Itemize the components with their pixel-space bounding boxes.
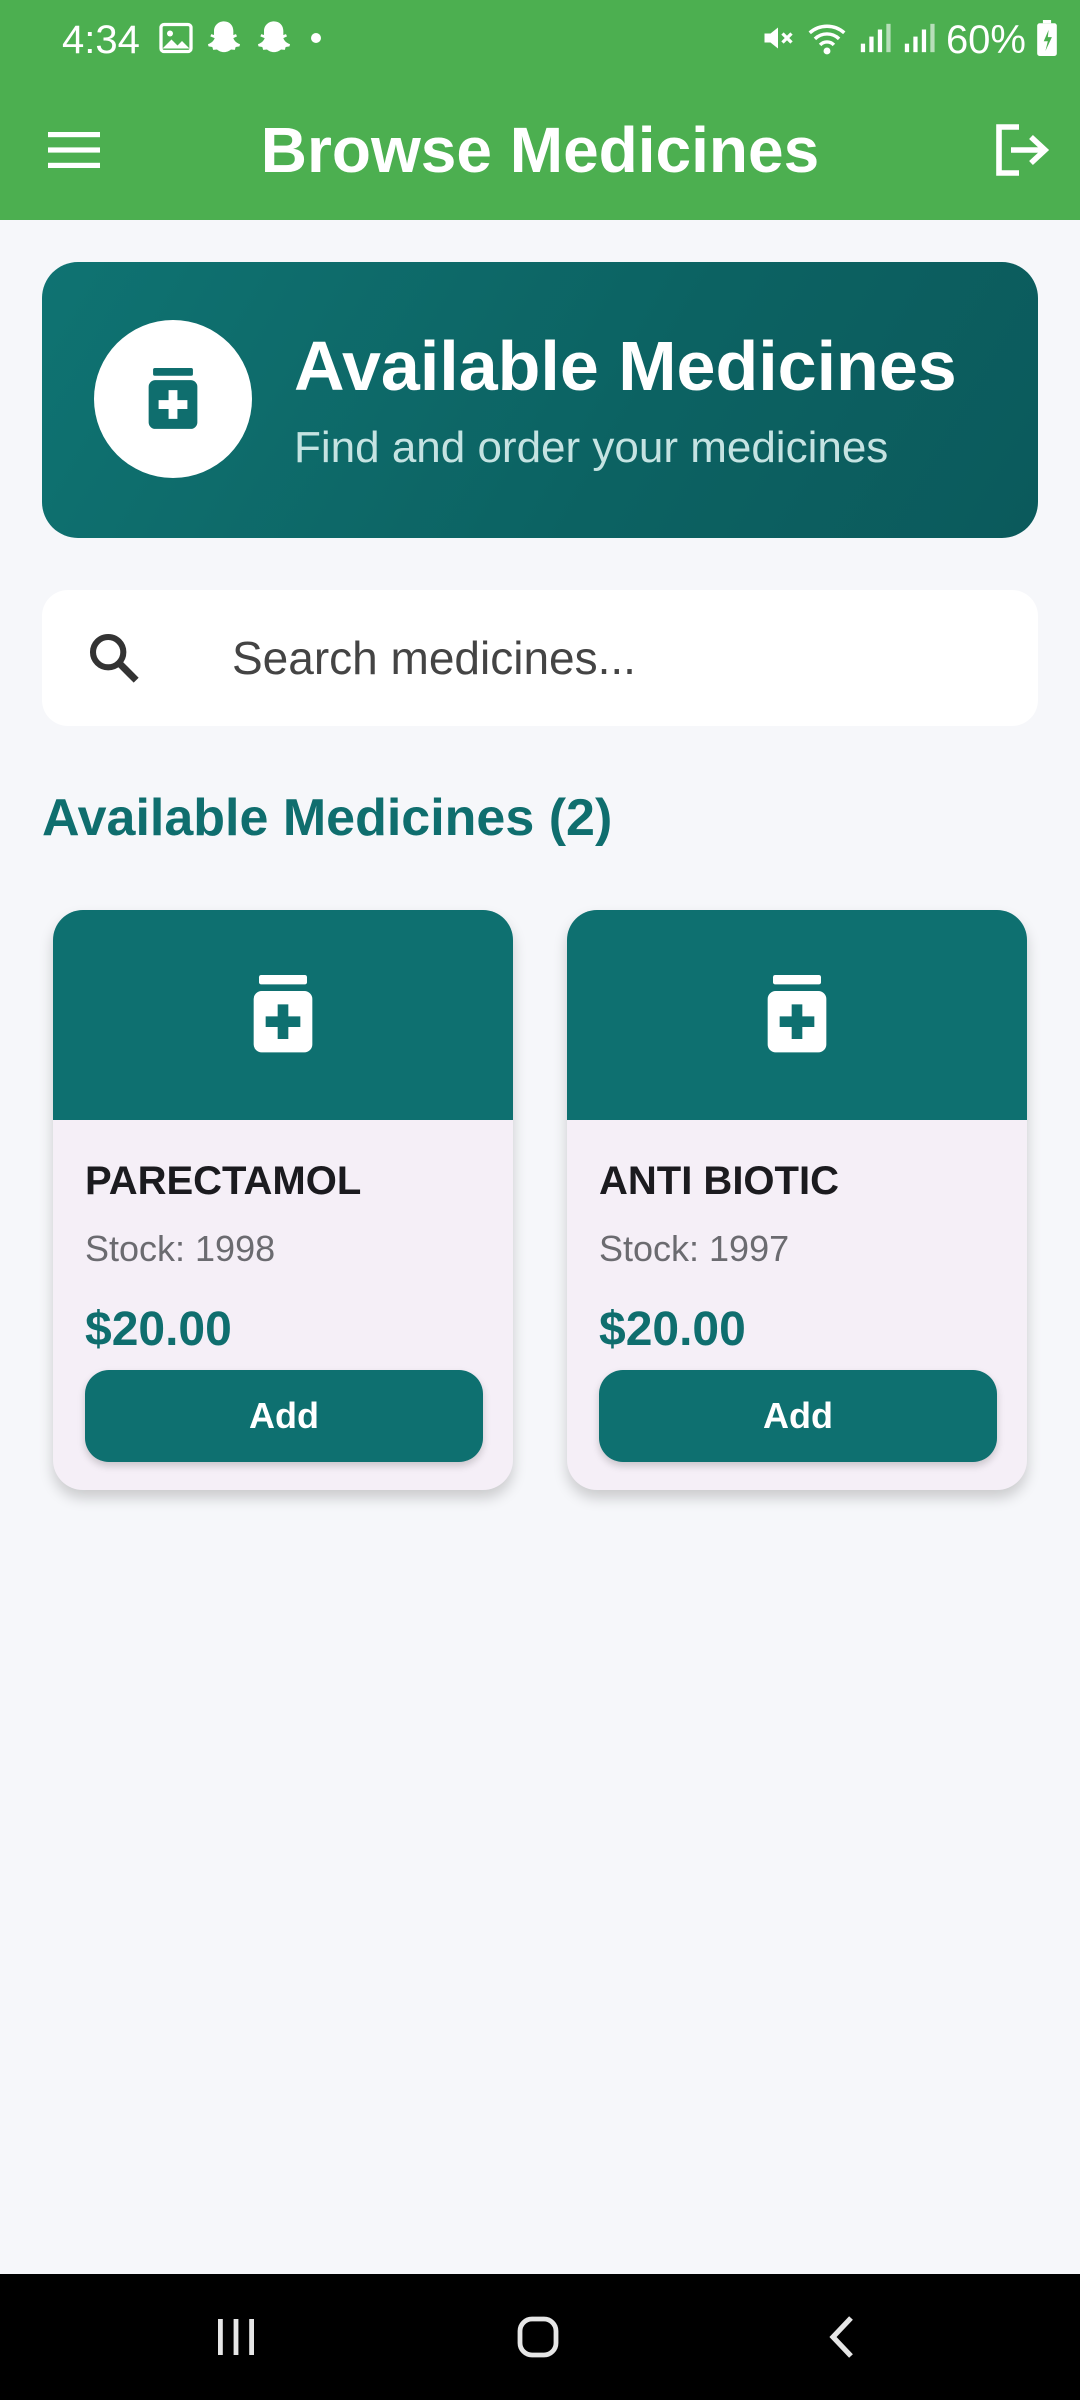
medicine-bottle-icon [148,368,198,429]
top-bar: 4:34 60% Browse Medicines [0,0,1080,220]
snapchat-icon [204,18,244,63]
search-input[interactable] [232,620,992,696]
status-left-icons [158,18,328,62]
medicine-price: $20.00 [85,1303,232,1356]
add-button[interactable]: Add [599,1370,997,1462]
add-button[interactable]: Add [85,1370,483,1462]
battery-icon [1036,19,1058,61]
gallery-icon [158,20,194,61]
medicine-bottle-icon [767,975,827,1053]
hero-subtitle: Find and order your medicines [294,423,889,472]
mute-icon [760,20,796,61]
system-nav-bar [0,2274,1080,2400]
status-bar: 4:34 60% [0,0,1080,80]
medicine-name: PARECTAMOL [85,1159,362,1203]
home-icon [517,2316,559,2358]
status-time: 4:34 [62,18,140,62]
back-button[interactable] [802,2302,882,2372]
screen: 4:34 60% Browse Medicines Available Medi… [0,0,1080,2400]
home-button[interactable] [498,2302,578,2372]
medicine-stock: Stock: 1997 [599,1228,790,1269]
app-bar: Browse Medicines [0,80,1080,220]
recents-button[interactable] [196,2302,276,2372]
hero-title: Available Medicines [294,327,957,405]
card-header [53,910,513,1120]
status-right-icons: 60% [760,16,1058,64]
hero-banner: Available Medicines Find and order your … [42,262,1038,538]
snapchat-icon [254,18,294,63]
battery-percent: 60% [945,18,1026,62]
medicine-name: ANTI BIOTIC [599,1159,839,1203]
hero-icon-circle [94,320,252,478]
medicine-price: $20.00 [599,1303,746,1356]
page-title: Browse Medicines [260,114,820,186]
signal-icon [858,21,892,60]
search-icon[interactable] [86,630,142,686]
logout-button[interactable] [986,114,1058,186]
section-heading: Available Medicines (2) [42,789,613,847]
logout-icon [996,124,1050,176]
dot-icon [304,26,328,55]
medicine-bottle-icon [253,975,313,1053]
search-bar[interactable] [42,590,1038,726]
medicine-card[interactable]: PARECTAMOL Stock: 1998 $20.00 Add [53,910,513,1490]
wifi-icon [806,19,848,62]
medicine-stock: Stock: 1998 [85,1228,276,1269]
card-header [567,910,1027,1120]
signal-icon [902,21,936,60]
medicine-card[interactable]: ANTI BIOTIC Stock: 1997 $20.00 Add [567,910,1027,1490]
back-icon [829,2316,853,2358]
recents-icon [218,2319,254,2355]
